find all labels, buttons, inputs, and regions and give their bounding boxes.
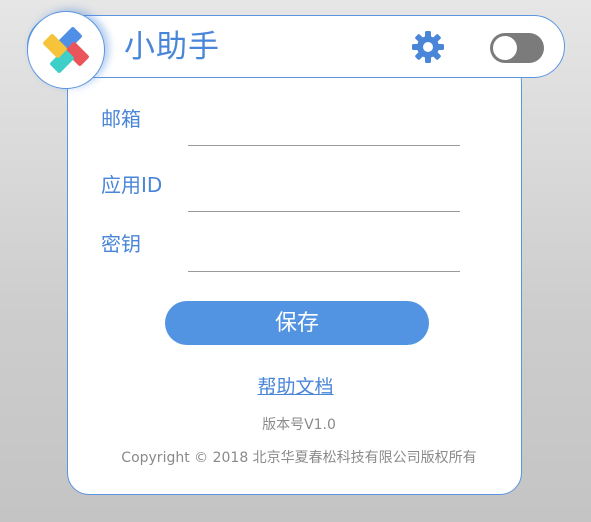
- app-header: [27, 15, 565, 78]
- pinwheel-logo-icon: [43, 27, 89, 73]
- email-label: 邮箱: [101, 107, 141, 131]
- gear-icon[interactable]: [410, 29, 446, 65]
- email-field[interactable]: [188, 118, 460, 146]
- app-title: 小助手: [124, 29, 220, 65]
- help-link-wrap: 帮助文档: [0, 372, 591, 399]
- copyright-text: Copyright © 2018 北京华夏春松科技有限公司版权所有: [121, 450, 477, 466]
- enable-toggle[interactable]: [490, 33, 544, 63]
- help-docs-link[interactable]: 帮助文档: [257, 376, 333, 398]
- toggle-knob: [493, 36, 517, 60]
- secret-label: 密钥: [101, 232, 141, 256]
- appid-label: 应用ID: [101, 173, 163, 197]
- save-button[interactable]: 保存: [165, 301, 429, 345]
- appid-field[interactable]: [188, 184, 460, 212]
- secret-field[interactable]: [188, 244, 460, 272]
- app-logo: [27, 11, 105, 89]
- version-text: 版本号V1.0: [262, 417, 336, 433]
